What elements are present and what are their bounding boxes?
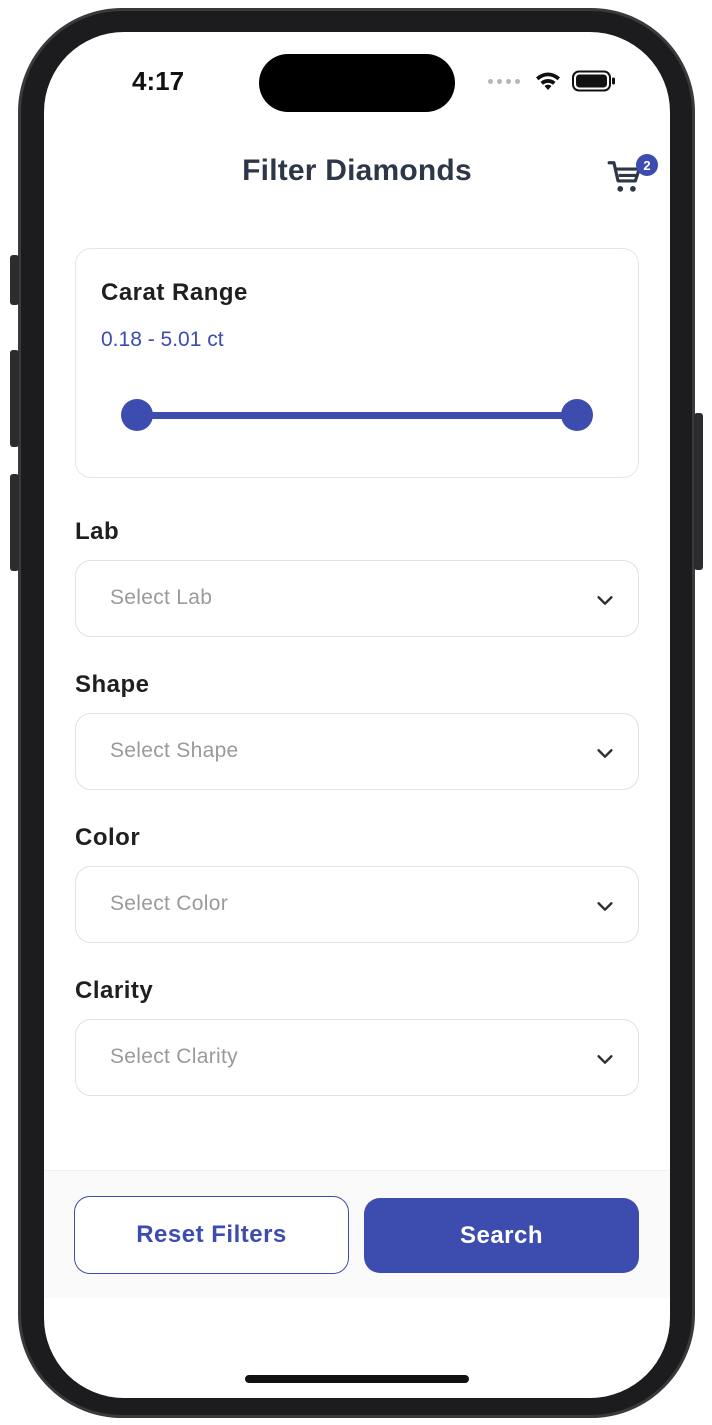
chevron-down-icon: [597, 1055, 613, 1064]
search-button[interactable]: Search: [364, 1198, 639, 1273]
reset-filters-button[interactable]: Reset Filters: [74, 1196, 349, 1274]
lab-label: Lab: [75, 518, 120, 545]
lab-dropdown[interactable]: Select Lab: [75, 560, 639, 637]
dynamic-island: [259, 54, 455, 112]
cart-count-badge: 2: [636, 154, 658, 176]
page-title: Filter Diamonds: [242, 154, 472, 187]
volume-up-button: [10, 350, 19, 447]
lab-placeholder: Select Lab: [110, 586, 213, 609]
color-label: Color: [75, 824, 141, 851]
chevron-down-icon: [597, 902, 613, 911]
app-screen: 4:17 Filter Diamonds 2 Carat Range 0.18 …: [44, 32, 670, 1398]
battery-icon: [572, 70, 615, 92]
carat-slider-min-thumb[interactable]: [121, 399, 153, 431]
color-dropdown[interactable]: Select Color: [75, 866, 639, 943]
clarity-placeholder: Select Clarity: [110, 1045, 238, 1068]
shape-placeholder: Select Shape: [110, 739, 239, 762]
cart-button[interactable]: 2: [606, 154, 660, 198]
chevron-down-icon: [597, 596, 613, 605]
status-icons: [488, 70, 616, 92]
cellular-dots-icon: [488, 78, 520, 84]
shape-dropdown[interactable]: Select Shape: [75, 713, 639, 790]
color-placeholder: Select Color: [110, 892, 228, 915]
chevron-down-icon: [597, 749, 613, 758]
power-button: [694, 413, 703, 570]
shape-label: Shape: [75, 671, 150, 698]
home-indicator[interactable]: [245, 1375, 469, 1383]
clarity-label: Clarity: [75, 977, 154, 1004]
wifi-icon: [536, 72, 560, 90]
mute-switch: [10, 255, 19, 305]
volume-down-button: [10, 474, 19, 571]
carat-slider-track[interactable]: [137, 412, 577, 419]
carat-range-value: 0.18 - 5.01 ct: [101, 328, 224, 351]
carat-range-title: Carat Range: [101, 279, 248, 306]
carat-slider-max-thumb[interactable]: [561, 399, 593, 431]
status-time: 4:17: [132, 66, 185, 96]
clarity-dropdown[interactable]: Select Clarity: [75, 1019, 639, 1096]
carat-range-card: Carat Range 0.18 - 5.01 ct: [75, 248, 639, 478]
